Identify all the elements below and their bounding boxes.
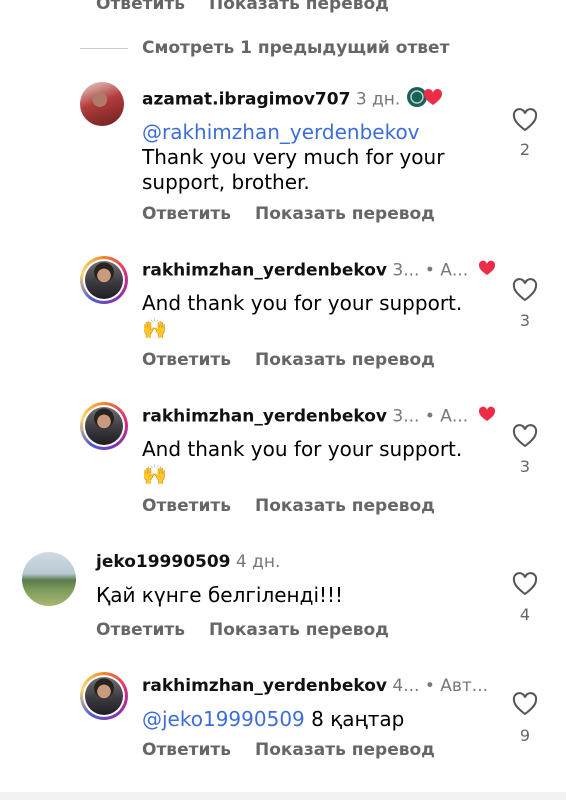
translate-button[interactable]: Показать перевод — [255, 496, 435, 516]
comment-text: Қай күнге белгіленді!!! — [96, 583, 344, 607]
like-heart-icon[interactable] — [511, 278, 539, 302]
timestamp: 3 дн. — [355, 89, 401, 110]
mention-link[interactable]: @jeko19990509 — [142, 707, 305, 731]
avatar[interactable] — [80, 82, 124, 126]
reply-button[interactable]: Ответить — [142, 496, 231, 516]
divider-line — [80, 48, 128, 49]
author-label: • Авт... — [424, 676, 489, 696]
like-count: 4 — [519, 605, 531, 624]
bottom-divider — [0, 792, 566, 800]
timestamp: 4 дн. — [235, 552, 281, 572]
comment-actions: Ответить Показать перевод — [142, 496, 459, 516]
username[interactable]: rakhimzhan_yerdenbekov — [142, 407, 387, 427]
comment-text: 8 қаңтар — [311, 707, 405, 731]
author-liked-heart-icon — [478, 406, 496, 427]
translate-button[interactable]: Показать перевод — [255, 204, 435, 224]
like-heart-icon[interactable] — [511, 572, 539, 596]
comment-actions: Ответить Показать перевод — [142, 740, 459, 760]
comment-body: @jeko19990509 8 қаңтар — [142, 707, 502, 732]
reply-button[interactable]: Ответить — [142, 740, 231, 760]
comment-body: @rakhimzhan_yerdenbekov Thank you very m… — [142, 120, 482, 195]
top-actions: Ответить Показать перевод — [96, 0, 413, 14]
mention-link[interactable]: @rakhimzhan_yerdenbekov — [142, 120, 482, 145]
reply-button[interactable]: Ответить — [142, 204, 231, 224]
translate-button[interactable]: Показать перевод — [209, 620, 389, 640]
raised-hands-icon: 🙌 — [142, 462, 167, 486]
translate-button[interactable]: Показать перевод — [255, 740, 435, 760]
reply-button[interactable]: Ответить — [142, 350, 231, 370]
reply-button[interactable]: Ответить — [96, 0, 185, 14]
username[interactable]: jeko19990509 — [96, 552, 231, 572]
comment-actions: Ответить Показать перевод — [142, 204, 459, 224]
timestamp: 3... — [392, 260, 420, 281]
comment-text: And thank you for your support. — [142, 437, 463, 461]
like-heart-icon[interactable] — [511, 424, 539, 448]
avatar[interactable] — [80, 402, 128, 450]
comment-text: And thank you for your support. — [142, 291, 463, 315]
timestamp: 4... — [392, 676, 420, 696]
username[interactable]: azamat.ibragimov707 — [142, 90, 350, 110]
comment-header: rakhimzhan_yerdenbekov 3... • А... — [142, 406, 496, 427]
reply-button[interactable]: Ответить — [96, 620, 185, 640]
like-count: 3 — [519, 311, 531, 330]
like-count: 3 — [519, 457, 531, 476]
like-heart-icon[interactable] — [511, 108, 539, 132]
comment-header: rakhimzhan_yerdenbekov 3... • А... — [142, 260, 496, 281]
view-previous-replies-button[interactable]: Смотреть 1 предыдущий ответ — [142, 38, 449, 58]
comment-header: azamat.ibragimov707 3 дн. — [142, 86, 444, 113]
translate-button[interactable]: Показать перевод — [255, 350, 435, 370]
username[interactable]: rakhimzhan_yerdenbekov — [142, 261, 387, 281]
like-count: 2 — [519, 140, 531, 159]
like-heart-icon[interactable] — [511, 692, 539, 716]
translate-button[interactable]: Показать перевод — [209, 0, 389, 14]
author-liked-heart-icon — [478, 260, 496, 281]
comment-header: jeko19990509 4 дн. — [96, 552, 280, 572]
timestamp: 3... — [392, 406, 420, 427]
avatar[interactable] — [22, 552, 76, 606]
author-like-badge — [406, 86, 444, 113]
raised-hands-icon: 🙌 — [142, 316, 167, 340]
comment-actions: Ответить Показать перевод — [142, 350, 459, 370]
avatar[interactable] — [80, 672, 128, 720]
comment-header: rakhimzhan_yerdenbekov 4... • Авт... — [142, 676, 488, 696]
like-count: 9 — [519, 726, 531, 745]
author-label: • А... — [424, 406, 469, 427]
avatar[interactable] — [80, 256, 128, 304]
username[interactable]: rakhimzhan_yerdenbekov — [142, 676, 387, 696]
author-label: • А... — [424, 260, 469, 281]
comment-text: Thank you very much for your support, br… — [142, 145, 445, 194]
comment-actions: Ответить Показать перевод — [96, 620, 413, 640]
